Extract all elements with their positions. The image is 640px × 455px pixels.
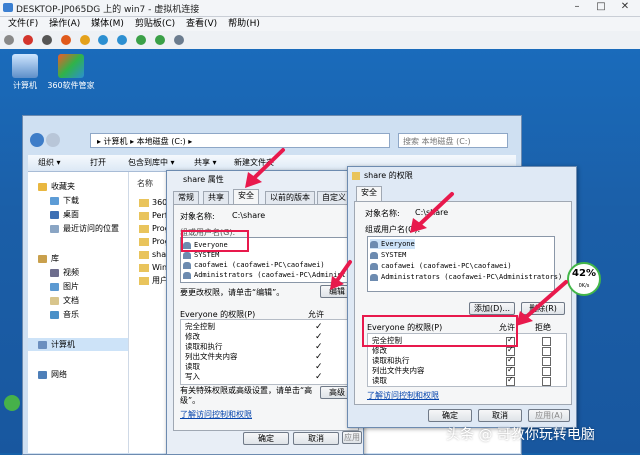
annotation-arrows: [245, 148, 568, 326]
arrow-to-everyone: [416, 192, 454, 228]
arrow-to-full-control: [523, 280, 568, 320]
arrow-to-edit-button: [334, 260, 352, 284]
arrow-to-security-tab: [250, 148, 285, 182]
watermark: 头条 @ 哥教你玩转电脑: [446, 427, 595, 443]
